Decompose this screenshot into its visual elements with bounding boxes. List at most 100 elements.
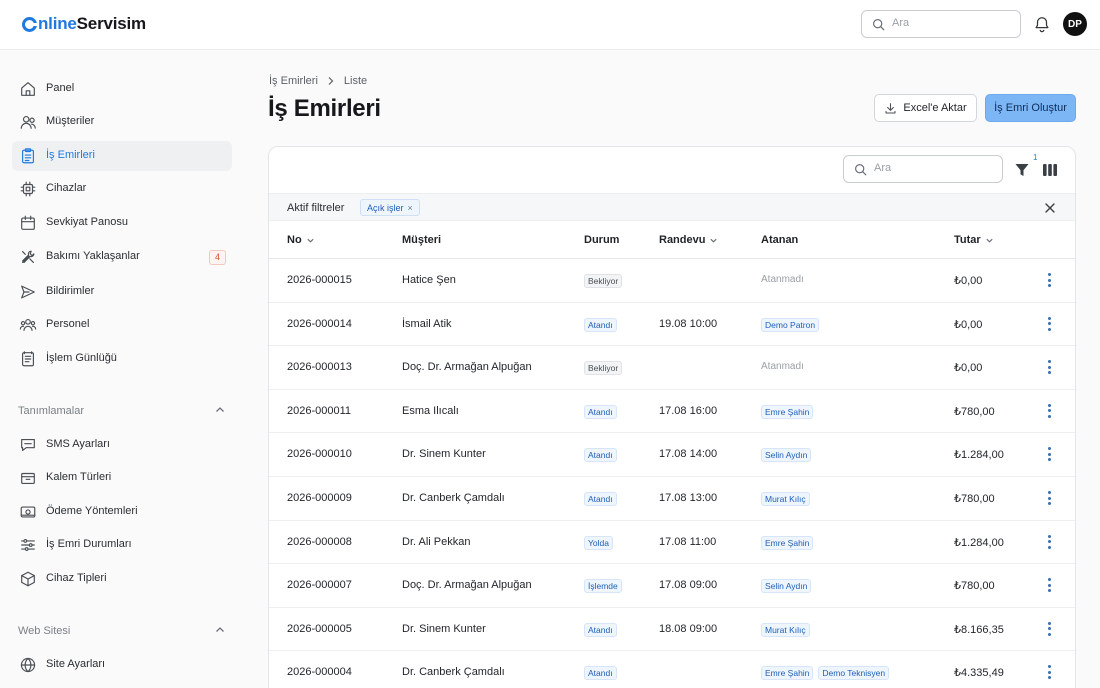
row-actions-icon[interactable] — [1046, 578, 1052, 593]
sidebar-definition-1[interactable]: SMS Ayarları — [12, 430, 232, 460]
order-number[interactable]: 2026-000009 — [287, 492, 352, 504]
table-row[interactable]: 2026-000015 Hatice Şen Bekliyor Atanmadı… — [269, 259, 1075, 303]
users-icon — [20, 116, 36, 129]
sidebar-item-label: Personel — [46, 318, 90, 330]
column-header-appointment[interactable]: Randevu — [659, 234, 718, 246]
filter-chip[interactable]: Açık işler × — [360, 199, 420, 216]
row-actions-icon[interactable] — [1046, 534, 1052, 549]
tools-icon — [22, 250, 35, 263]
sidebar-definition-4[interactable]: İş Emri Durumları — [12, 530, 232, 560]
filter-icon[interactable] — [1014, 162, 1030, 178]
assignee-tag[interactable]: Emre Şahin — [761, 404, 814, 419]
sidebar-item-8[interactable]: Personel — [12, 310, 232, 340]
order-number[interactable]: 2026-000013 — [287, 361, 352, 373]
row-actions-icon[interactable] — [1046, 403, 1052, 418]
sidebar-item-2[interactable]: Müşteriler — [12, 107, 232, 137]
table-row[interactable]: 2026-000013 Doç. Dr. Armağan Alpuğan Bek… — [269, 346, 1075, 390]
assignee-tag[interactable]: Demo Teknisyen — [818, 666, 890, 681]
order-number[interactable]: 2026-000010 — [287, 448, 352, 460]
order-number[interactable]: 2026-000014 — [287, 318, 352, 330]
columns-icon[interactable] — [1042, 162, 1058, 178]
table-row[interactable]: 2026-000008 Dr. Ali Pekkan Yolda 17.08 1… — [269, 521, 1075, 565]
section-definitions[interactable]: Tanımlamalar — [18, 401, 226, 421]
customer-name: İsmail Atik — [402, 317, 452, 330]
assignee-tag[interactable]: Emre Şahin — [761, 535, 814, 550]
assignee-list: Demo Patron — [761, 317, 820, 332]
table-row[interactable]: 2026-000014 İsmail Atik Atandı 19.08 10:… — [269, 303, 1075, 347]
row-actions-icon[interactable] — [1046, 316, 1052, 331]
assignee-tag[interactable]: Murat Kılıç — [761, 622, 810, 637]
table-row[interactable]: 2026-000004 Dr. Canberk Çamdalı Atandı E… — [269, 651, 1075, 688]
table-row[interactable]: 2026-000010 Dr. Sinem Kunter Atandı 17.0… — [269, 433, 1075, 477]
table-header: No Müşteri Durum Randevu Atanan Tutar — [269, 222, 1075, 259]
row-actions-icon[interactable] — [1046, 273, 1052, 287]
sidebar-item-7[interactable]: Bildirimler — [12, 277, 232, 307]
row-actions-icon[interactable] — [1046, 447, 1052, 462]
sort-chevron-icon — [307, 238, 314, 243]
sidebar-item-4[interactable]: Cihazlar — [12, 174, 232, 204]
search-icon — [855, 164, 867, 176]
row-actions-icon[interactable] — [1046, 360, 1052, 375]
order-number[interactable]: 2026-000007 — [287, 579, 352, 591]
order-number[interactable]: 2026-000015 — [287, 274, 352, 286]
status-badge: Atandı — [584, 666, 617, 681]
sidebar-definition-5[interactable]: Cihaz Tipleri — [12, 564, 232, 594]
column-header-amount[interactable]: Tutar — [954, 234, 994, 246]
status-badge: Atandı — [584, 404, 617, 419]
status-badge: İşlemde — [584, 579, 622, 594]
chevron-up-icon[interactable] — [214, 624, 226, 636]
sidebar-item-9[interactable]: İşlem Günlüğü — [12, 344, 232, 374]
order-number[interactable]: 2026-000005 — [287, 623, 352, 635]
sidebar-item-6[interactable]: Bakımı Yaklaşanlar 4 — [12, 242, 232, 272]
section-website[interactable]: Web Sitesi — [18, 621, 226, 641]
appointment-time: 17.08 11:00 — [659, 535, 717, 548]
row-actions-icon[interactable] — [1046, 491, 1052, 505]
table-row[interactable]: 2026-000011 Esma Ilıcalı Atandı 17.08 16… — [269, 390, 1075, 434]
section-website-title: Web Sitesi — [18, 625, 71, 637]
table-row[interactable]: 2026-000005 Dr. Sinem Kunter Atandı 18.0… — [269, 608, 1075, 652]
sidebar-item-label: Bakımı Yaklaşanlar — [46, 250, 140, 262]
assignee-tag[interactable]: Selin Aydın — [761, 448, 812, 463]
assignee-tag[interactable]: Demo Patron — [761, 317, 820, 332]
assignee-tag[interactable]: Murat Kılıç — [761, 492, 810, 506]
sidebar-item-3[interactable]: İş Emirleri — [12, 141, 232, 171]
global-search[interactable] — [861, 10, 1021, 38]
assignee-tag[interactable]: Selin Aydın — [761, 579, 812, 594]
table-search-input[interactable] — [874, 162, 994, 174]
row-actions-icon[interactable] — [1046, 665, 1052, 680]
assignee-list: Murat Kılıç — [761, 622, 810, 637]
sidebar-item-label: Sevkiyat Panosu — [46, 216, 128, 228]
row-actions-icon[interactable] — [1046, 621, 1052, 636]
breadcrumb-root[interactable]: İş Emirleri — [269, 75, 318, 87]
order-number[interactable]: 2026-000004 — [287, 666, 352, 678]
global-search-input[interactable] — [892, 17, 1012, 29]
remove-filter-icon[interactable]: × — [408, 203, 413, 213]
chevron-up-icon[interactable] — [214, 404, 226, 416]
sort-chevron-icon — [986, 238, 993, 243]
amount-value: ₺0,00 — [954, 362, 983, 375]
order-number[interactable]: 2026-000011 — [287, 405, 351, 417]
clear-filters-icon[interactable] — [1044, 202, 1056, 214]
customer-name: Hatice Şen — [402, 274, 456, 286]
user-avatar[interactable]: DP — [1063, 12, 1087, 36]
sidebar-definition-2[interactable]: Kalem Türleri — [12, 463, 232, 493]
amount-value: ₺780,00 — [954, 493, 995, 505]
table-search[interactable] — [843, 155, 1003, 183]
amount-value: ₺1.284,00 — [954, 449, 1004, 462]
sidebar-item-1[interactable]: Panel — [12, 74, 232, 104]
export-excel-button[interactable]: Excel'e Aktar — [874, 94, 977, 122]
download-icon — [885, 102, 896, 113]
table-row[interactable]: 2026-000007 Doç. Dr. Armağan Alpuğan İşl… — [269, 564, 1075, 608]
bell-icon[interactable] — [1033, 15, 1051, 33]
status-badge: Atandı — [584, 622, 617, 637]
logo-text-secondary: Servisim — [76, 14, 146, 33]
app-logo[interactable]: nline Servisim — [22, 14, 146, 34]
order-number[interactable]: 2026-000008 — [287, 536, 352, 548]
sidebar-item-5[interactable]: Sevkiyat Panosu — [12, 208, 232, 238]
create-work-order-button[interactable]: İş Emri Oluştur — [985, 94, 1076, 122]
sidebar-website-1[interactable]: Site Ayarları — [12, 650, 232, 680]
column-header-no[interactable]: No — [287, 234, 315, 246]
table-row[interactable]: 2026-000009 Dr. Canberk Çamdalı Atandı 1… — [269, 477, 1075, 521]
assignee-tag[interactable]: Emre Şahin — [761, 666, 814, 681]
sidebar-definition-3[interactable]: Ödeme Yöntemleri — [12, 497, 232, 527]
